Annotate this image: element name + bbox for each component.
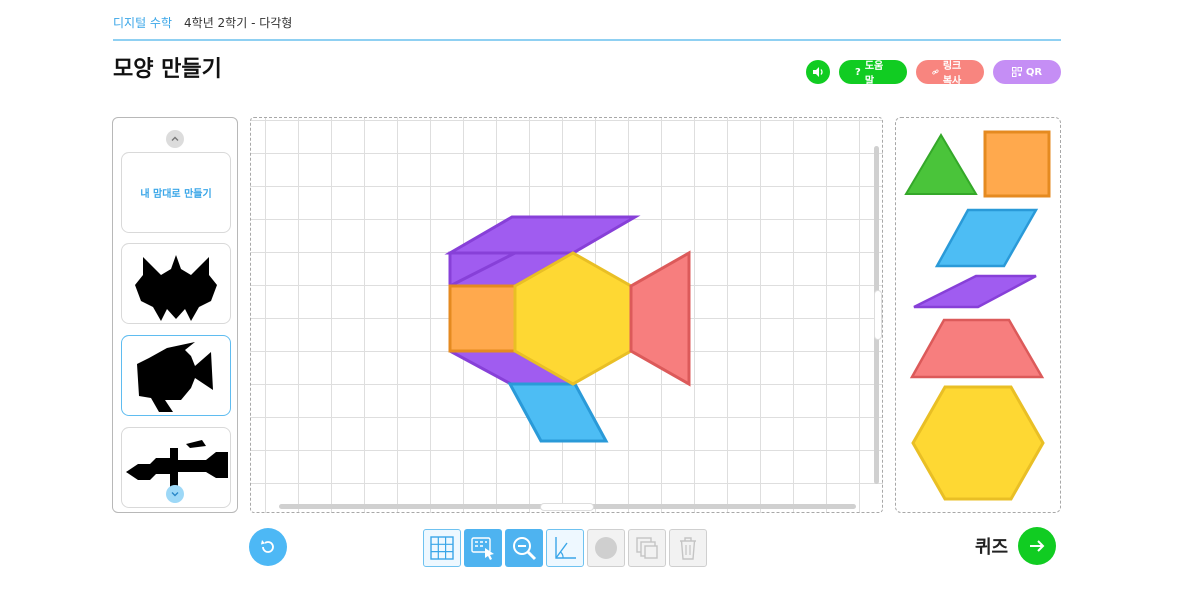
- tool-bar: [423, 529, 707, 567]
- breadcrumb-unit: 4학년 2학기 - 다각형: [184, 16, 293, 30]
- angle-tool-button[interactable]: [546, 529, 584, 567]
- copy-tool-button[interactable]: [628, 529, 666, 567]
- palette-hexagon[interactable]: [911, 385, 1045, 501]
- copy-icon: [636, 537, 658, 559]
- canvas-square[interactable]: [448, 284, 517, 353]
- grid-tool-button[interactable]: [423, 529, 461, 567]
- template-bat[interactable]: [121, 243, 231, 324]
- breadcrumb: 디지털 수학 4학년 2학기 - 다각형: [113, 14, 292, 31]
- color-circle-icon: [595, 537, 617, 559]
- angle-icon: [555, 537, 576, 559]
- palette-square[interactable]: [983, 130, 1051, 198]
- help-button[interactable]: ? 도움말: [839, 60, 907, 87]
- qr-label: QR: [1025, 66, 1043, 78]
- reset-button[interactable]: [249, 528, 287, 566]
- fish-silhouette: [137, 341, 213, 412]
- shape-palette: [895, 117, 1061, 513]
- link-icon: [932, 69, 939, 75]
- quiz-area: 퀴즈: [975, 527, 1057, 565]
- link-copy-button[interactable]: 링크복사: [916, 60, 984, 87]
- zoom-out-icon: [513, 537, 537, 561]
- palette-trapezoid[interactable]: [909, 318, 1045, 379]
- delete-tool-button[interactable]: [669, 529, 707, 567]
- page-title: 모양 만들기: [113, 57, 222, 82]
- top-actions: ? 도움말 링크복사 QR: [806, 60, 1061, 87]
- scroll-up-button[interactable]: [166, 130, 184, 148]
- select-tool-button[interactable]: [464, 529, 502, 567]
- link-copy-label: 링크복사: [942, 61, 962, 87]
- qr-button[interactable]: QR: [993, 60, 1061, 84]
- bat-silhouette: [135, 254, 217, 321]
- canvas-shapes: [444, 215, 691, 443]
- qr-icon: [1011, 67, 1022, 77]
- template-fish[interactable]: [121, 335, 231, 416]
- quiz-label: 퀴즈: [975, 537, 1009, 558]
- color-tool-button[interactable]: [587, 529, 625, 567]
- palette-shapes: [904, 130, 1051, 501]
- breadcrumb-home[interactable]: 디지털 수학: [113, 14, 172, 31]
- build-canvas[interactable]: [250, 117, 883, 513]
- arrow-right-icon: [1030, 540, 1045, 552]
- canvas-vertical-scroll-thumb[interactable]: [874, 290, 882, 340]
- canvas-horizontal-scroll-thumb[interactable]: [540, 503, 594, 511]
- template-free-build-label: 내 맘대로 만들기: [140, 189, 212, 200]
- help-label: 도움말: [864, 61, 884, 87]
- trash-icon: [680, 537, 696, 560]
- zoom-out-tool-button[interactable]: [505, 529, 543, 567]
- canvas-trapezoid[interactable]: [629, 250, 691, 387]
- header-divider: [113, 39, 1061, 41]
- template-free-build[interactable]: 내 맘대로 만들기: [121, 152, 231, 233]
- chevron-down-icon: [171, 492, 179, 497]
- speaker-icon: [813, 67, 823, 77]
- quiz-next-button[interactable]: [1018, 527, 1057, 565]
- canvas-rhombus-thin-top[interactable]: [444, 215, 641, 255]
- template-list: 내 맘대로 만들기: [112, 117, 238, 513]
- canvas-rhombus-wide[interactable]: [507, 382, 609, 443]
- reset-icon: [261, 540, 274, 553]
- palette-triangle[interactable]: [904, 133, 978, 195]
- grid-icon: [430, 536, 454, 560]
- question-icon: ?: [855, 66, 861, 78]
- sound-button[interactable]: [806, 60, 830, 84]
- palette-rhombus-thin[interactable]: [913, 274, 1037, 309]
- palette-rhombus-wide[interactable]: [934, 208, 1039, 268]
- scroll-down-button[interactable]: [166, 485, 184, 503]
- chevron-up-icon: [171, 136, 179, 141]
- select-cursor-icon: [471, 537, 494, 560]
